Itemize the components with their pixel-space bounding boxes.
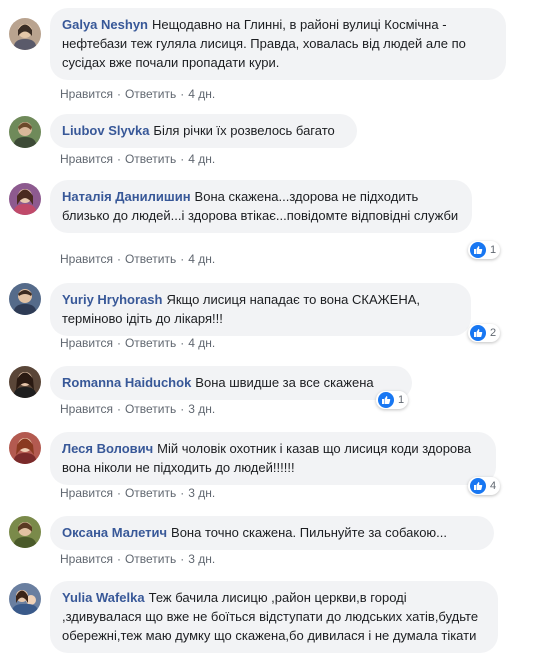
like-link[interactable]: Нравится	[60, 486, 113, 500]
timestamp[interactable]: 4 дн.	[188, 87, 215, 101]
comment-actions: Нравится · Ответить · 3 дн.	[60, 486, 216, 500]
avatar[interactable]	[9, 366, 41, 398]
avatar[interactable]	[9, 183, 41, 215]
comment-bubble: Liubov Slyvka Біля річки їх розвелось баг…	[50, 114, 357, 148]
timestamp[interactable]: 3 дн.	[188, 402, 215, 416]
timestamp[interactable]: 3 дн.	[188, 486, 215, 500]
reply-link[interactable]: Ответить	[125, 486, 176, 500]
comment-bubble: Наталія Данилишин Вона скажена...здорова …	[50, 180, 472, 233]
reply-link[interactable]: Ответить	[125, 152, 176, 166]
timestamp[interactable]: 4 дн.	[188, 336, 215, 350]
like-link[interactable]: Нравится	[60, 252, 113, 266]
comment-bubble: Yulia Wafelka Теж бачила лисицю ,район це…	[50, 581, 498, 653]
comment-bubble: Galya Neshyn Нещодавно на Глинні, в район…	[50, 8, 506, 80]
reaction-count[interactable]: 1	[376, 391, 409, 409]
reply-link[interactable]: Ответить	[125, 252, 176, 266]
reaction-count[interactable]: 1	[468, 241, 501, 259]
like-link[interactable]: Нравится	[60, 152, 113, 166]
reply-link[interactable]: Ответить	[125, 552, 176, 566]
like-icon	[470, 325, 486, 341]
reaction-count[interactable]: 2	[468, 324, 501, 342]
comment-actions: Нравится · Ответить · 4 дн.	[60, 252, 216, 266]
reply-link[interactable]: Ответить	[125, 336, 176, 350]
comment-author[interactable]: Наталія Данилишин	[62, 189, 191, 204]
comment-author[interactable]: Galya Neshyn	[62, 17, 148, 32]
comment-actions: Нравится · Ответить · 4 дн.	[60, 336, 216, 350]
avatar[interactable]	[9, 283, 41, 315]
comment-actions: Нравится · Ответить · 4 дн.	[60, 87, 216, 101]
comment-text: Біля річки їх розвелось багато	[153, 123, 335, 138]
like-link[interactable]: Нравится	[60, 552, 113, 566]
reaction-count[interactable]: 4	[468, 477, 501, 495]
timestamp[interactable]: 4 дн.	[188, 152, 215, 166]
comment-text: Вона точно скажена. Пильнуйте за собакою…	[171, 525, 448, 540]
timestamp[interactable]: 3 дн.	[188, 552, 215, 566]
comment-author[interactable]: Romanna Haiduchok	[62, 375, 191, 390]
comment-actions: Нравится · Ответить · 4 дн.	[60, 152, 216, 166]
avatar[interactable]	[9, 18, 41, 50]
avatar[interactable]	[9, 516, 41, 548]
timestamp[interactable]: 4 дн.	[188, 252, 215, 266]
comment-bubble: Romanna Haiduchok Вона швидше за все скаж…	[50, 366, 412, 400]
comment-author[interactable]: Yulia Wafelka	[62, 590, 145, 605]
comment-actions: Нравится · Ответить · 3 дн.	[60, 552, 216, 566]
avatar[interactable]	[9, 116, 41, 148]
comment-text: Вона швидше за все скажена	[195, 375, 374, 390]
like-link[interactable]: Нравится	[60, 87, 113, 101]
like-icon	[378, 392, 394, 408]
like-link[interactable]: Нравится	[60, 402, 113, 416]
avatar[interactable]	[9, 583, 41, 615]
comment-author[interactable]: Леся Волович	[62, 441, 153, 456]
avatar[interactable]	[9, 432, 41, 464]
comment-author[interactable]: Yuriy Hryhorash	[62, 292, 162, 307]
reply-link[interactable]: Ответить	[125, 87, 176, 101]
comment-bubble: Оксана Малетич Вона точно скажена. Пильну…	[50, 516, 494, 550]
comment-bubble: Yuriy Hryhorash Якщо лисиця нападає то во…	[50, 283, 471, 336]
comment-bubble: Леся Волович Мій чоловік охотник і казав …	[50, 432, 496, 485]
reply-link[interactable]: Ответить	[125, 402, 176, 416]
like-link[interactable]: Нравится	[60, 336, 113, 350]
like-icon	[470, 242, 486, 258]
comment-actions: Нравится · Ответить · 3 дн.	[60, 402, 216, 416]
comment-author[interactable]: Liubov Slyvka	[62, 123, 149, 138]
comment-author[interactable]: Оксана Малетич	[62, 525, 167, 540]
like-icon	[470, 478, 486, 494]
